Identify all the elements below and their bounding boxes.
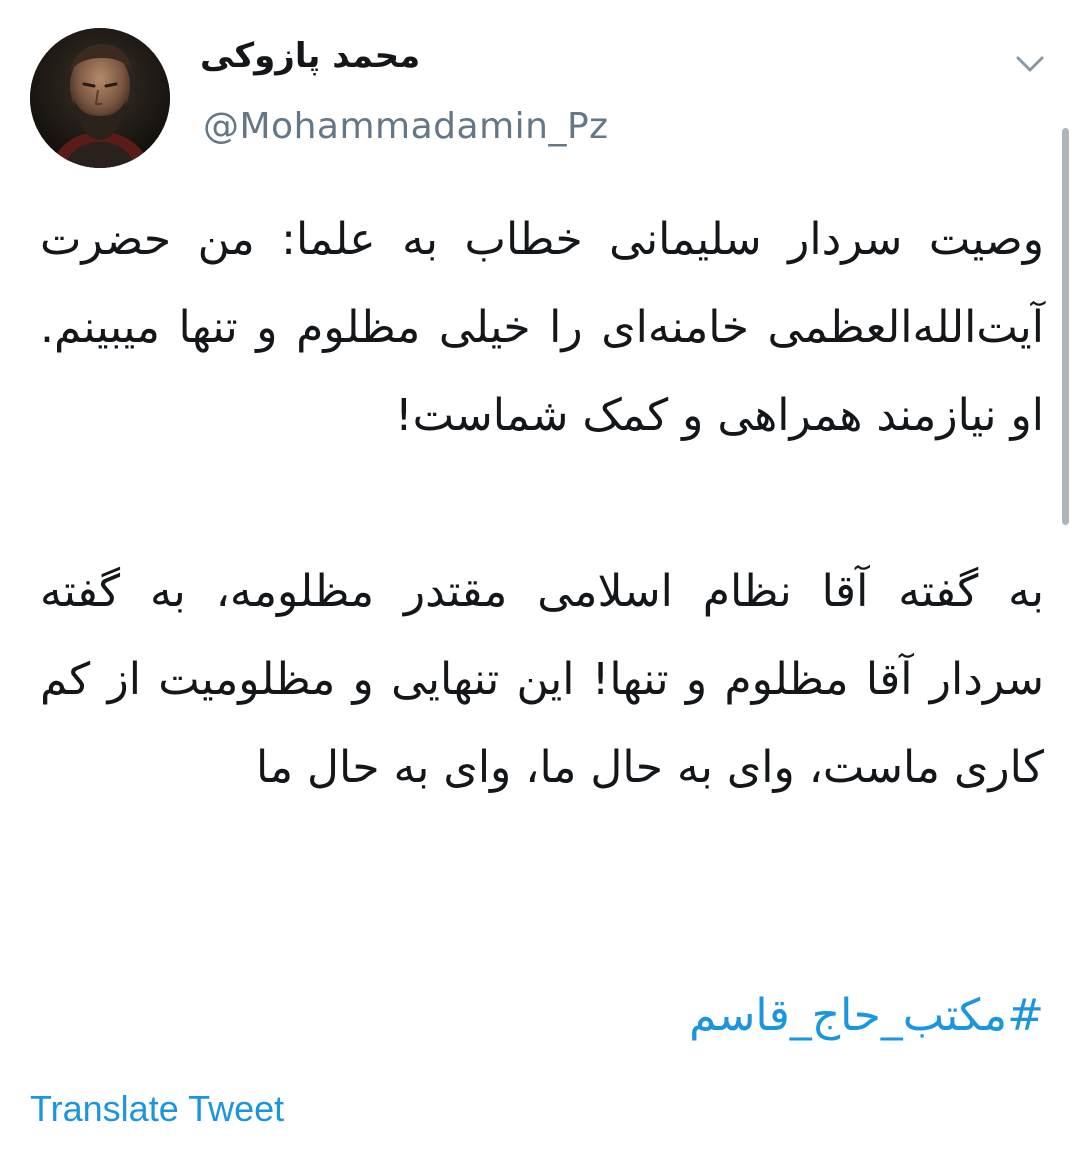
display-name[interactable]: محمد پازوکی — [200, 36, 500, 76]
hashtag-link[interactable]: #مکتب_حاج_قاسم — [689, 972, 1044, 1060]
user-handle[interactable]: @Mohammadamin_Pz — [203, 106, 609, 147]
chevron-down-icon[interactable] — [1010, 50, 1050, 80]
tweet-paragraph-1: وصیت سردار سلیمانی خطاب به علما: من حضرت… — [40, 214, 1044, 441]
tweet-card: محمد پازوکی @Mohammadamin_Pz وصیت سردار … — [0, 0, 1077, 1157]
avatar-image — [30, 28, 170, 168]
tweet-body: وصیت سردار سلیمانی خطاب به علما: من حضرت… — [40, 196, 1044, 812]
avatar[interactable] — [30, 28, 170, 168]
scrollbar[interactable] — [1062, 128, 1069, 525]
translate-tweet-link[interactable]: Translate Tweet — [30, 1088, 284, 1130]
tweet-paragraph-2: به گفته آقا نظام اسلامی مقتدر مظلومه، به… — [40, 566, 1044, 793]
